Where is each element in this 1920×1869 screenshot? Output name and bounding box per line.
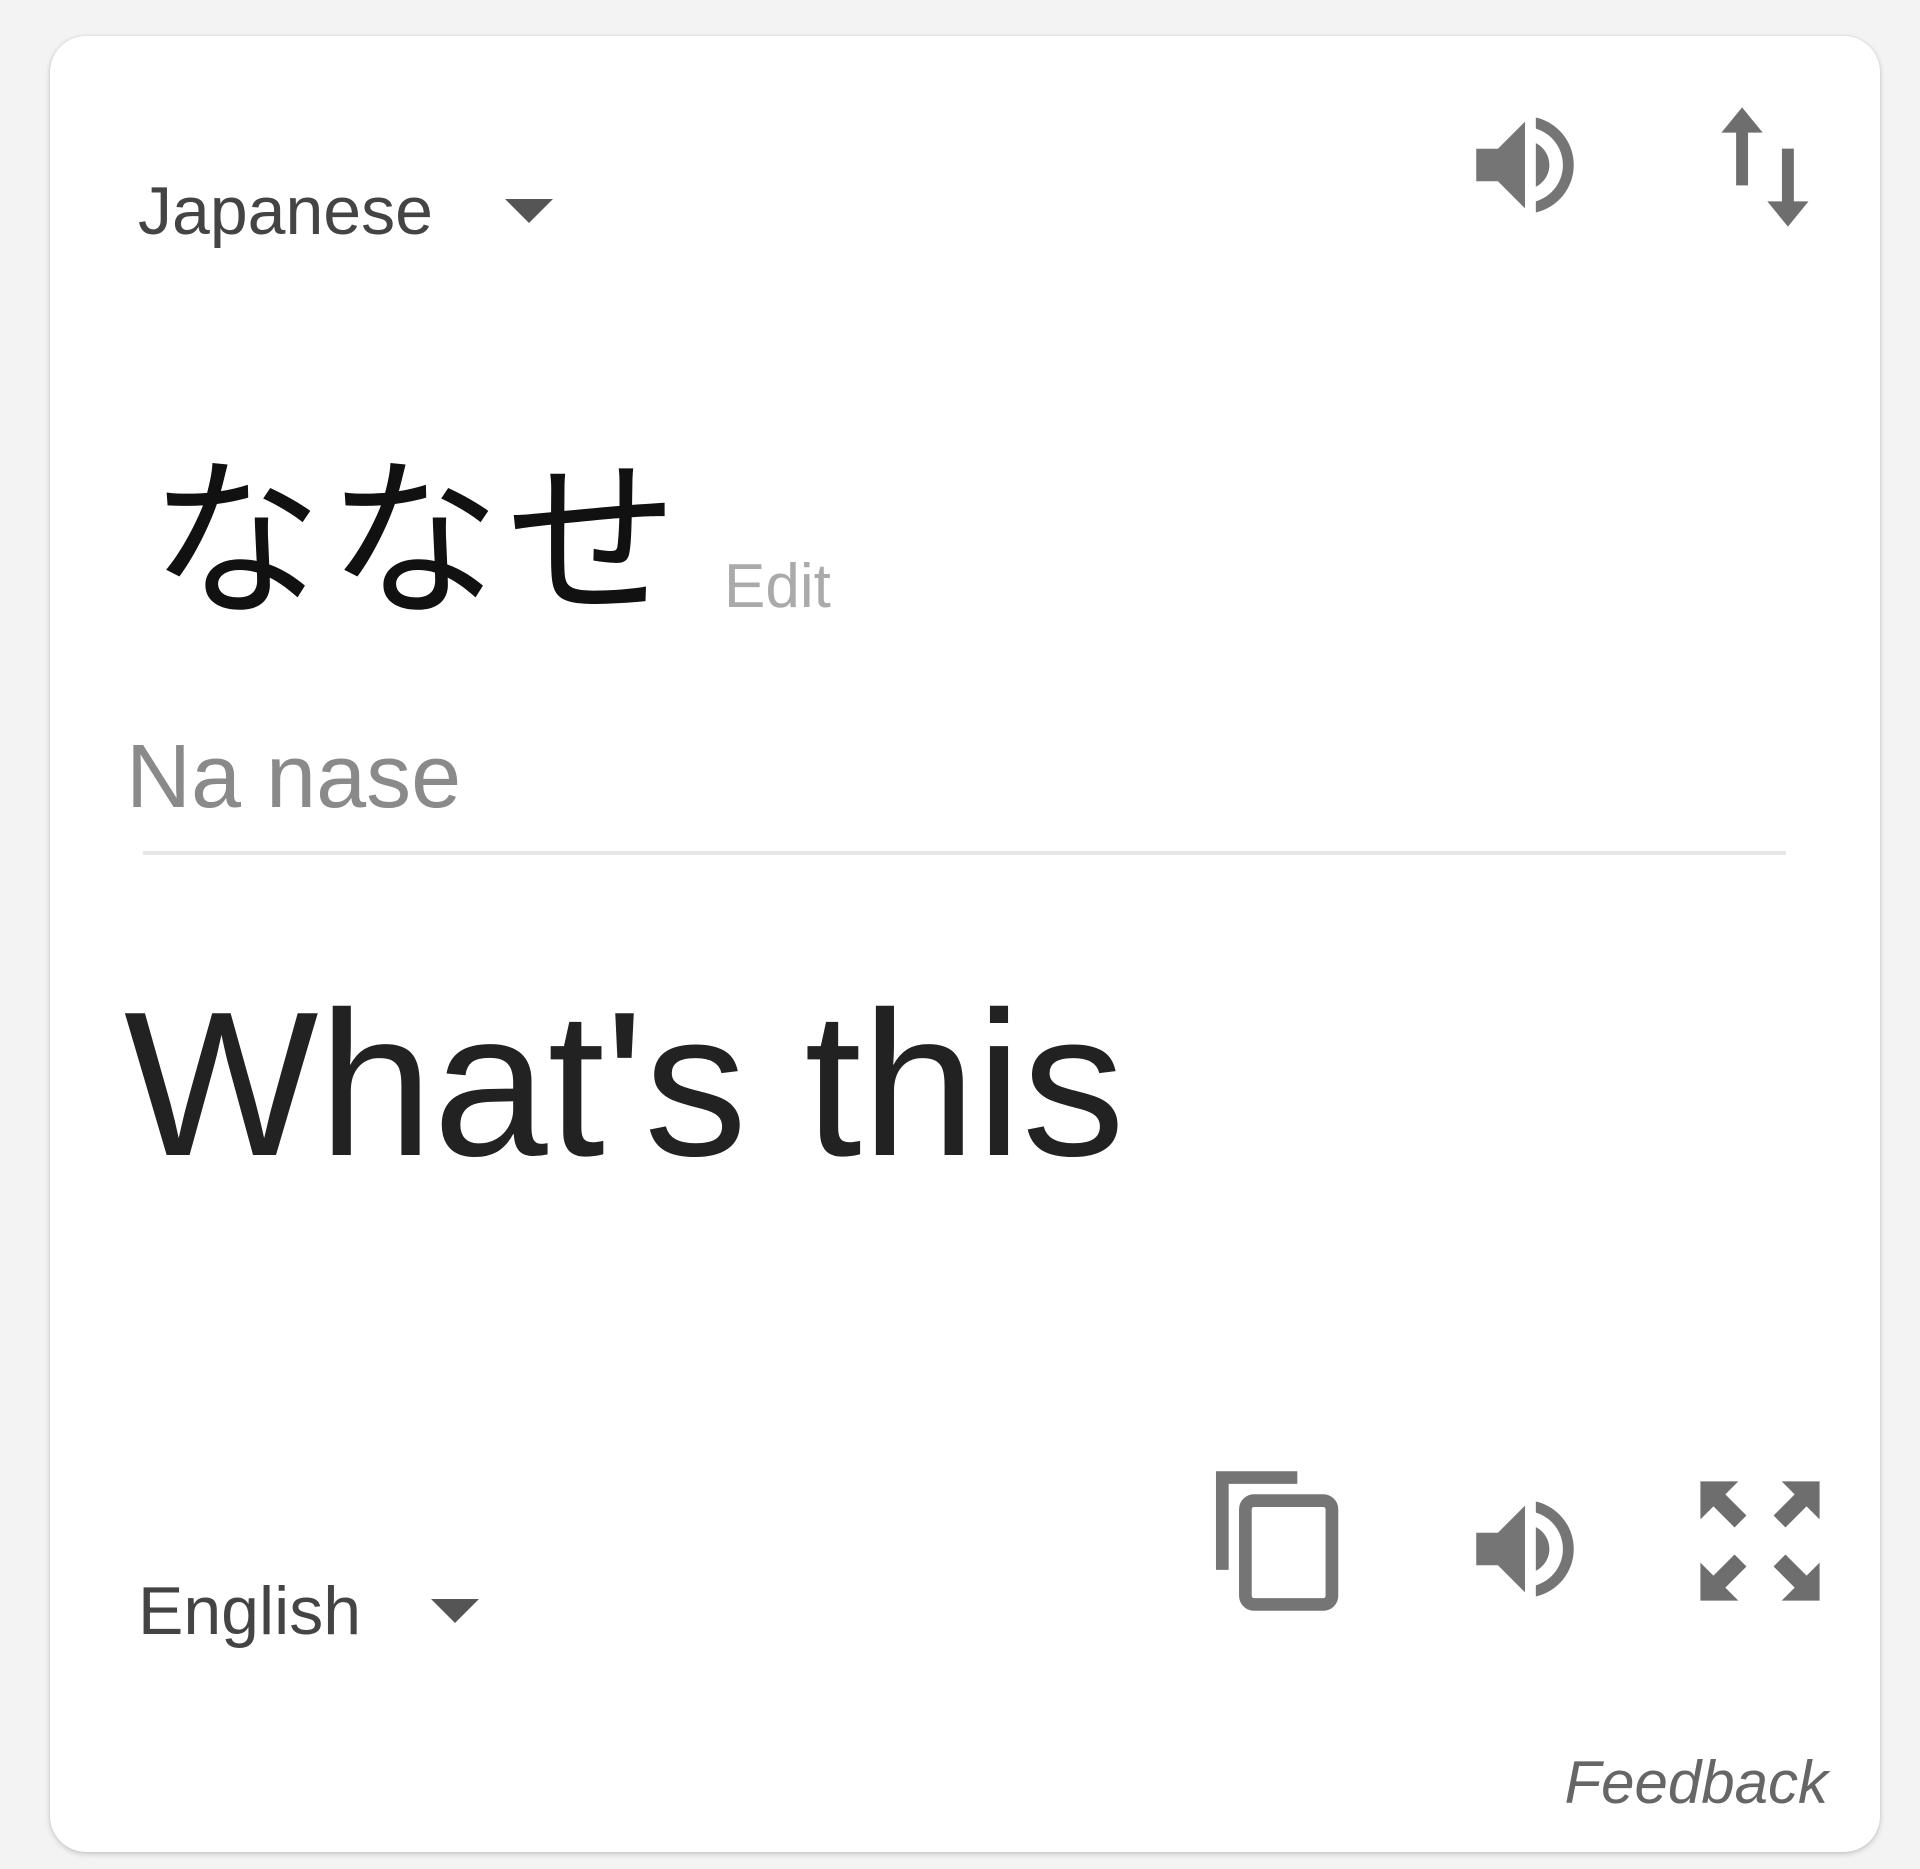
source-text-row: ななせ Edit xyxy=(150,456,831,628)
source-language-label: Japanese xyxy=(138,173,433,249)
source-language-selector[interactable]: Japanese xyxy=(138,172,553,250)
swap-languages-icon[interactable] xyxy=(1710,102,1820,232)
chevron-down-icon xyxy=(431,1599,480,1623)
speaker-icon[interactable] xyxy=(1460,1484,1590,1614)
edit-link[interactable]: Edit xyxy=(724,551,831,622)
romanization: Na nase xyxy=(126,727,462,827)
fullscreen-icon[interactable] xyxy=(1695,1476,1825,1606)
source-text: ななせ xyxy=(150,441,684,642)
feedback-link[interactable]: Feedback xyxy=(1565,1748,1829,1817)
speaker-icon[interactable] xyxy=(1460,100,1590,230)
copy-icon[interactable] xyxy=(1210,1466,1350,1616)
chevron-down-icon xyxy=(504,199,553,223)
target-language-selector[interactable]: English xyxy=(138,1572,480,1650)
translated-text: What's this xyxy=(124,969,1125,1199)
translation-card: Japanese ななせ Edit Na nase What's this En… xyxy=(50,36,1880,1852)
divider xyxy=(143,851,1786,855)
target-language-label: English xyxy=(138,1573,362,1649)
